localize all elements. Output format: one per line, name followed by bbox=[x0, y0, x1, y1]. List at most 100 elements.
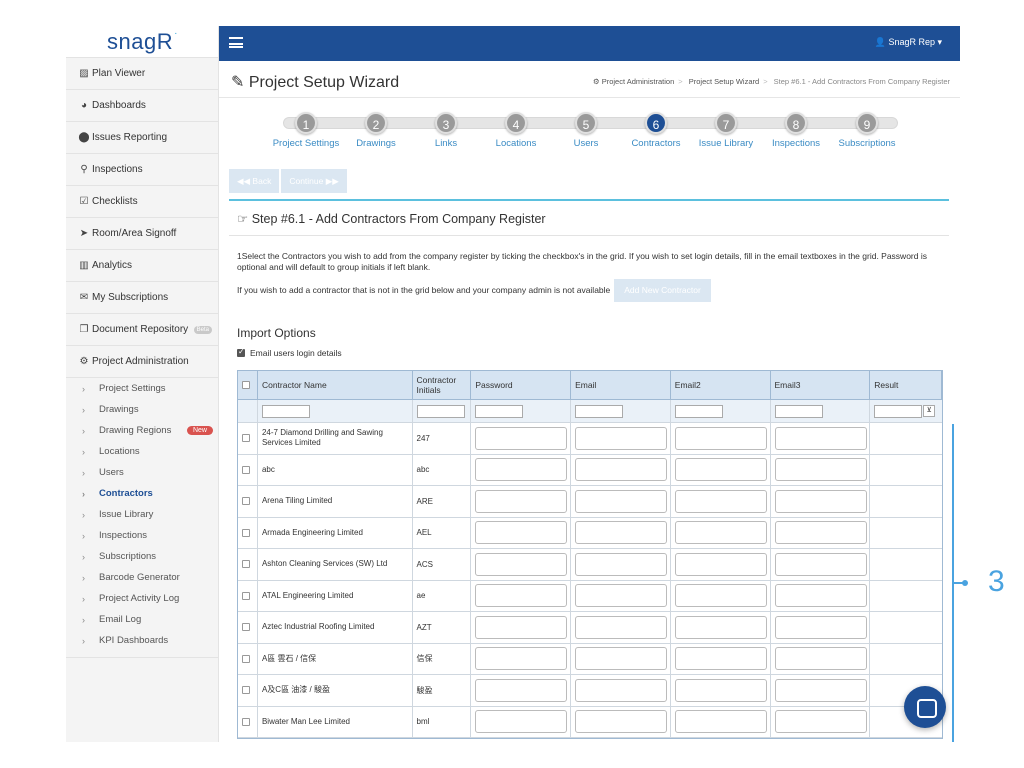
email2-input[interactable] bbox=[674, 521, 767, 545]
password-input[interactable] bbox=[475, 710, 568, 734]
sidebar-item[interactable]: ▨ Plan Viewer bbox=[66, 58, 218, 90]
row-checkbox[interactable] bbox=[242, 591, 250, 600]
wizard-step[interactable]: 8 Inspections bbox=[761, 109, 831, 149]
subnav-item[interactable]: › Issue Library bbox=[66, 504, 218, 525]
row-checkbox[interactable] bbox=[242, 654, 250, 663]
chat-button[interactable] bbox=[904, 686, 946, 728]
sidebar-item[interactable]: ◕ Dashboards bbox=[66, 90, 218, 122]
wizard-step[interactable]: 4 Locations bbox=[481, 109, 551, 149]
header-result[interactable]: Result bbox=[870, 371, 943, 399]
password-input[interactable] bbox=[475, 521, 568, 545]
wizard-step[interactable]: 5 Users bbox=[551, 109, 621, 149]
wizard-step[interactable]: 9 Subscriptions bbox=[832, 109, 902, 149]
app-logo[interactable]: snagR · bbox=[66, 26, 218, 58]
filter-email2-input[interactable] bbox=[674, 404, 723, 418]
email-input[interactable] bbox=[575, 647, 668, 671]
subnav-item[interactable]: › Drawings bbox=[66, 399, 218, 420]
wizard-step[interactable]: 2 Drawings bbox=[341, 109, 411, 149]
password-input[interactable] bbox=[475, 426, 568, 450]
filter-initials-input[interactable] bbox=[416, 404, 465, 418]
email3-input[interactable] bbox=[774, 458, 867, 482]
email3-input[interactable] bbox=[774, 584, 867, 608]
subnav-item[interactable]: › Barcode Generator bbox=[66, 567, 218, 588]
password-input[interactable] bbox=[475, 647, 568, 671]
email-input[interactable] bbox=[575, 615, 668, 639]
subnav-item[interactable]: › Drawing Regions New bbox=[66, 420, 218, 441]
header-contractor-initials[interactable]: Contractor Initials bbox=[413, 371, 472, 399]
sidebar-item[interactable]: ☑ Checklists bbox=[66, 186, 218, 218]
email3-input[interactable] bbox=[774, 710, 867, 734]
filter-email3-input[interactable] bbox=[774, 404, 823, 418]
sidebar-item[interactable]: ➤ Room/Area Signoff bbox=[66, 218, 218, 250]
row-checkbox[interactable] bbox=[242, 528, 250, 537]
breadcrumb-item[interactable]: Project Setup Wizard bbox=[689, 77, 759, 86]
sidebar-item[interactable]: ▥ Analytics bbox=[66, 250, 218, 282]
row-checkbox[interactable] bbox=[242, 686, 250, 695]
email3-input[interactable] bbox=[774, 426, 867, 450]
wizard-step[interactable]: 6 Contractors bbox=[621, 109, 691, 149]
filter-icon[interactable]: ⊻ bbox=[923, 405, 936, 417]
email2-input[interactable] bbox=[674, 584, 767, 608]
subnav-item[interactable]: › Project Activity Log bbox=[66, 588, 218, 609]
sidebar-item[interactable]: ⚲ Inspections bbox=[66, 154, 218, 186]
email2-input[interactable] bbox=[674, 458, 767, 482]
subnav-item[interactable]: › Users bbox=[66, 462, 218, 483]
header-password[interactable]: Password bbox=[471, 371, 572, 399]
email2-input[interactable] bbox=[674, 678, 767, 702]
email3-input[interactable] bbox=[774, 647, 867, 671]
email-input[interactable] bbox=[575, 552, 668, 576]
subnav-item[interactable]: › Project Settings bbox=[66, 378, 218, 399]
row-checkbox[interactable] bbox=[242, 434, 250, 443]
sidebar-item[interactable]: ✉ My Subscriptions bbox=[66, 282, 218, 314]
email3-input[interactable] bbox=[774, 489, 867, 513]
subnav-item[interactable]: › Inspections bbox=[66, 525, 218, 546]
email3-input[interactable] bbox=[774, 615, 867, 639]
email2-input[interactable] bbox=[674, 489, 767, 513]
email3-input[interactable] bbox=[774, 552, 867, 576]
wizard-step[interactable]: 7 Issue Library bbox=[691, 109, 761, 149]
password-input[interactable] bbox=[475, 489, 568, 513]
password-input[interactable] bbox=[475, 615, 568, 639]
email3-input[interactable] bbox=[774, 678, 867, 702]
email3-input[interactable] bbox=[774, 521, 867, 545]
email2-input[interactable] bbox=[674, 647, 767, 671]
email-input[interactable] bbox=[575, 584, 668, 608]
email-input[interactable] bbox=[575, 710, 668, 734]
back-button[interactable]: ◀◀ Back bbox=[229, 169, 280, 193]
filter-email-input[interactable] bbox=[575, 404, 624, 418]
hamburger-menu-icon[interactable] bbox=[229, 37, 243, 48]
user-menu[interactable]: 👤 SnagR Rep ▾ bbox=[875, 37, 942, 48]
email-input[interactable] bbox=[575, 458, 668, 482]
sidebar-item[interactable]: ⚙ Project Administration bbox=[66, 346, 218, 378]
subnav-item[interactable]: › KPI Dashboards bbox=[66, 630, 218, 651]
email2-input[interactable] bbox=[674, 615, 767, 639]
email-input[interactable] bbox=[575, 426, 668, 450]
filter-password-input[interactable] bbox=[475, 404, 524, 418]
email2-input[interactable] bbox=[674, 426, 767, 450]
filter-result-input[interactable] bbox=[874, 404, 923, 418]
sidebar-item[interactable]: ❐ Document Repository Beta bbox=[66, 314, 218, 346]
header-contractor-name[interactable]: Contractor Name bbox=[258, 371, 413, 399]
password-input[interactable] bbox=[475, 678, 568, 702]
header-email[interactable]: Email bbox=[571, 371, 671, 399]
email-login-option[interactable]: Email users login details bbox=[237, 347, 342, 358]
wizard-step[interactable]: 1 Project Settings bbox=[271, 109, 341, 149]
wizard-step[interactable]: 3 Links bbox=[411, 109, 481, 149]
add-new-contractor-button[interactable]: Add New Contractor bbox=[614, 279, 711, 302]
email-input[interactable] bbox=[575, 521, 668, 545]
row-checkbox[interactable] bbox=[242, 465, 250, 474]
header-email3[interactable]: Email3 bbox=[771, 371, 871, 399]
sidebar-item[interactable]: ⬤ Issues Reporting bbox=[66, 122, 218, 154]
email-login-checkbox[interactable] bbox=[237, 347, 245, 357]
subnav-item[interactable]: › Contractors bbox=[66, 483, 218, 504]
row-checkbox[interactable] bbox=[242, 560, 250, 569]
password-input[interactable] bbox=[475, 552, 568, 576]
filter-contractor-name-input[interactable] bbox=[261, 404, 310, 418]
password-input[interactable] bbox=[475, 458, 568, 482]
row-checkbox[interactable] bbox=[242, 623, 250, 632]
row-checkbox[interactable] bbox=[242, 717, 250, 726]
password-input[interactable] bbox=[475, 584, 568, 608]
row-checkbox[interactable] bbox=[242, 497, 250, 506]
header-email2[interactable]: Email2 bbox=[671, 371, 771, 399]
email-input[interactable] bbox=[575, 678, 668, 702]
